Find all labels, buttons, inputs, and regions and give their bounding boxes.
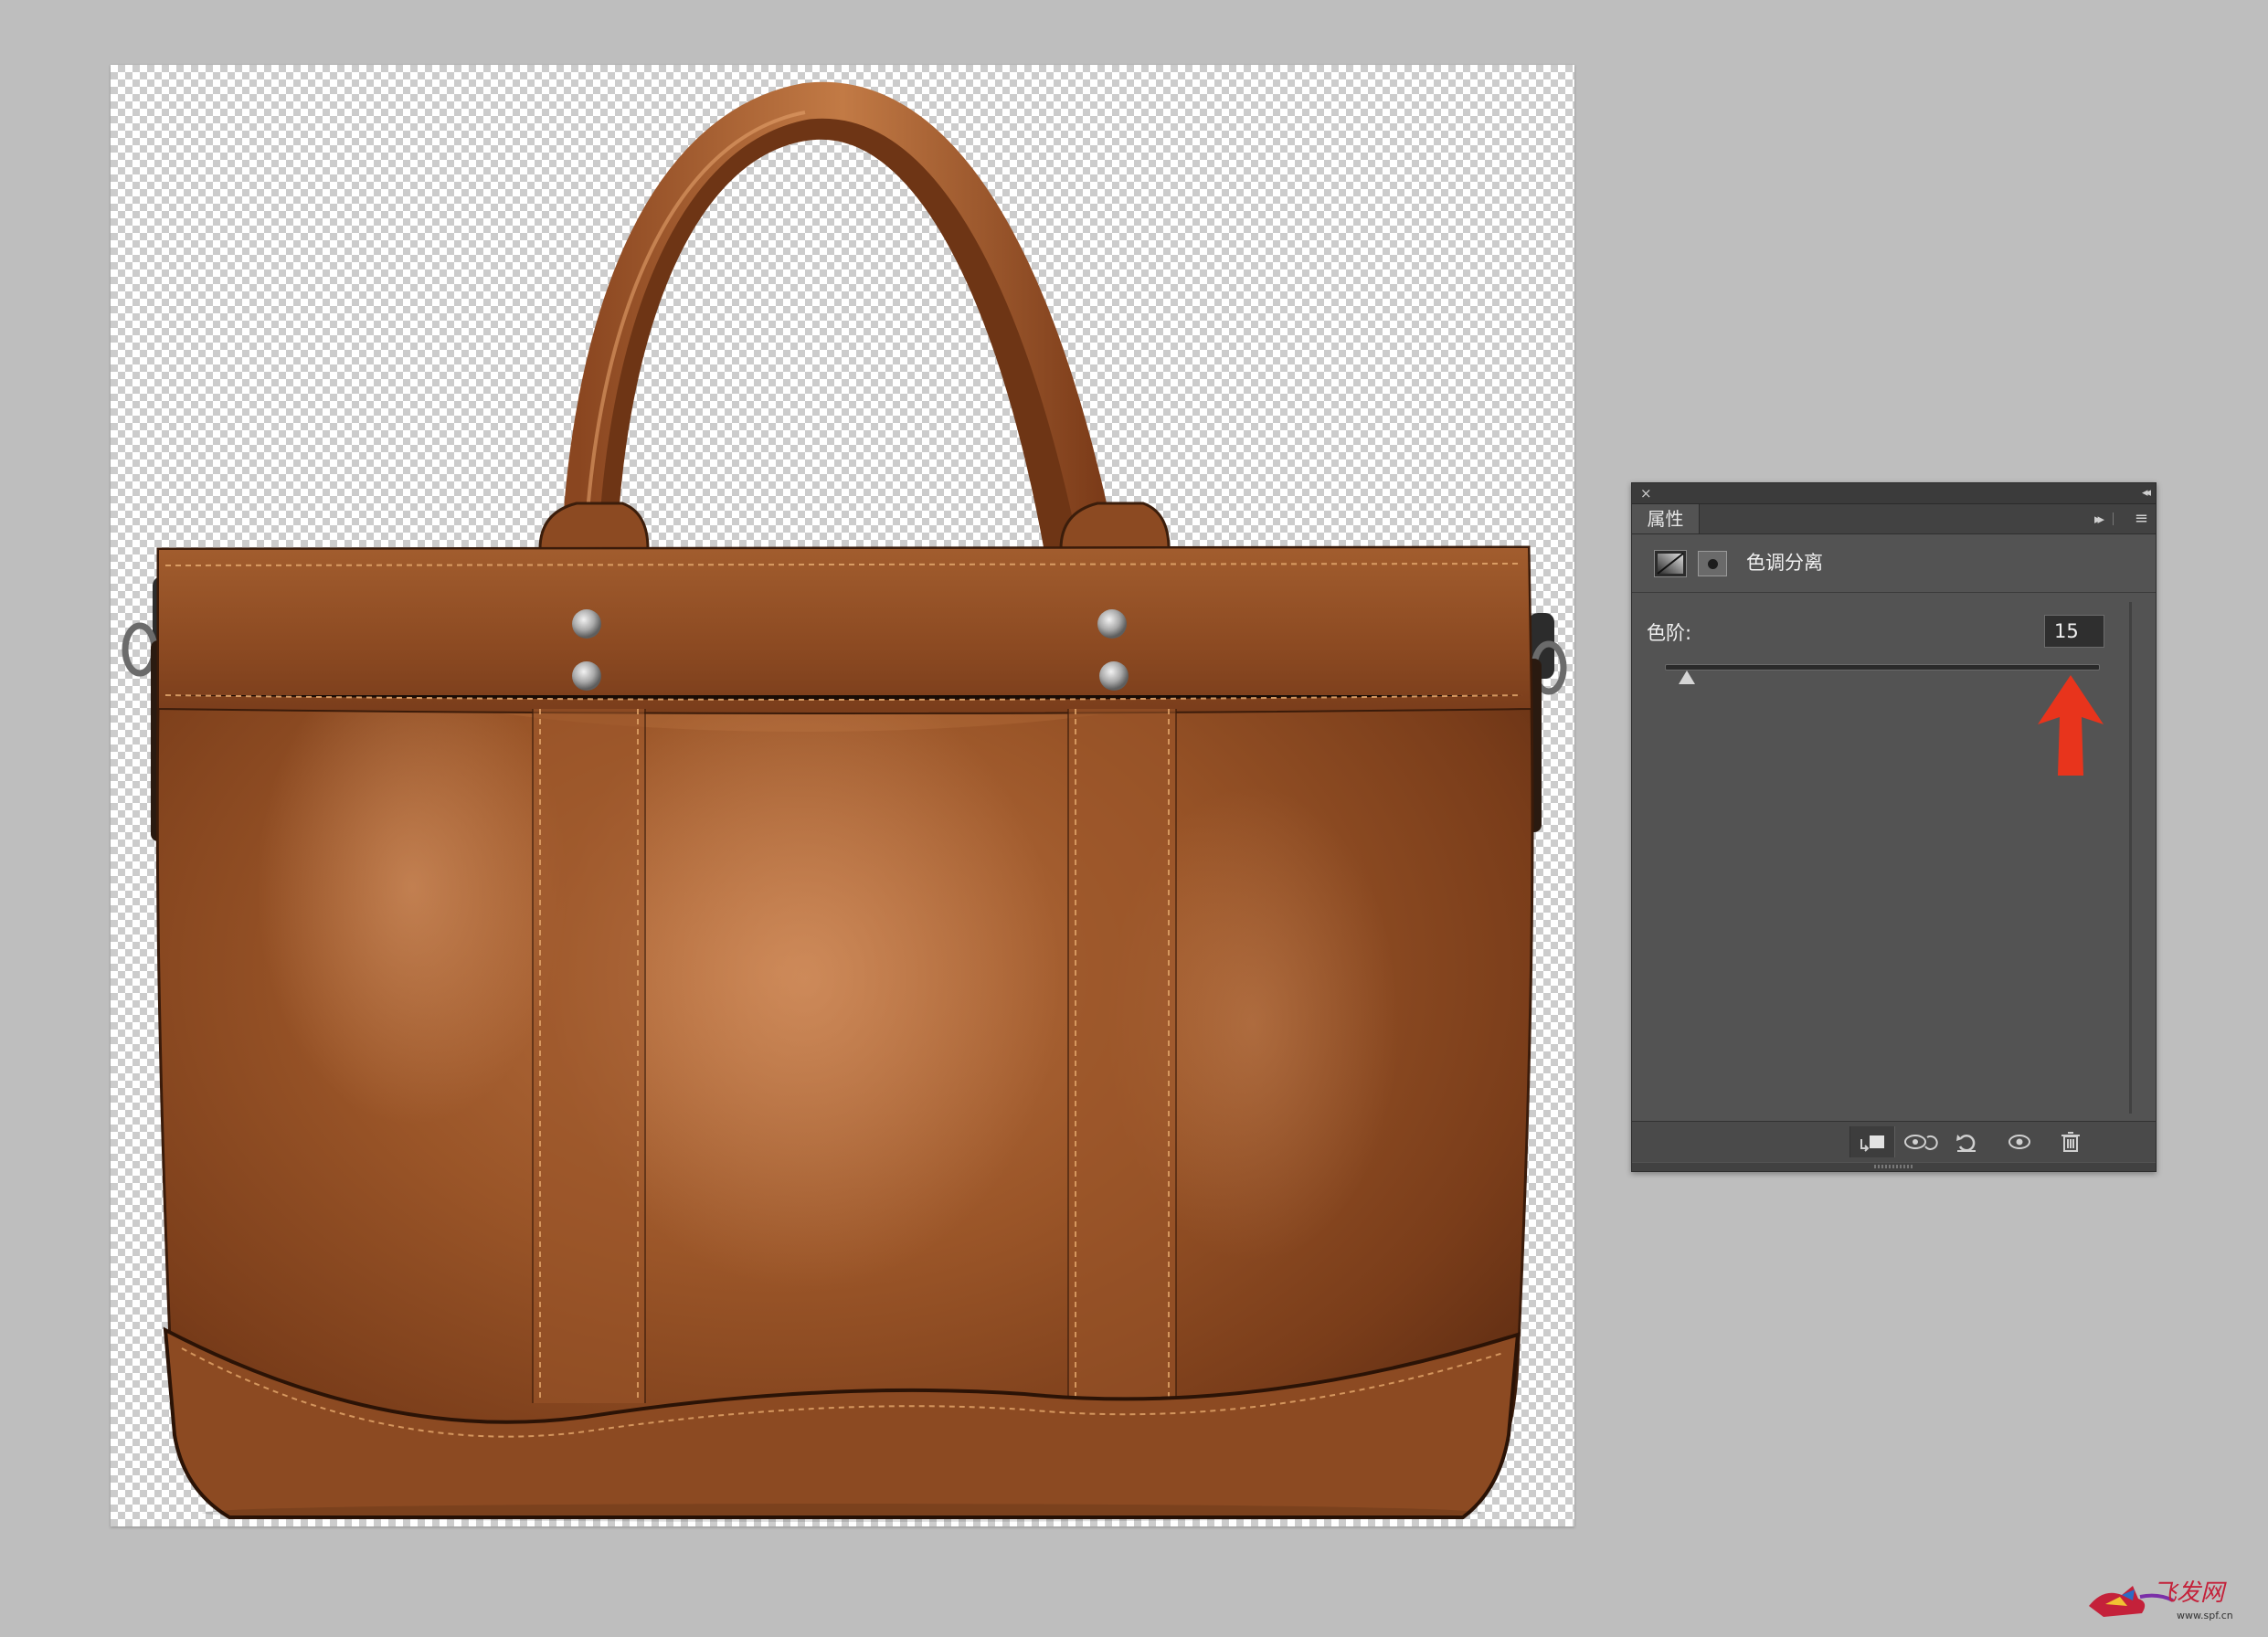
clip-to-layer-icon[interactable]: [1849, 1126, 1895, 1157]
document-canvas[interactable]: [111, 65, 1574, 1526]
levels-slider-thumb[interactable]: [1678, 671, 1695, 684]
leather-handbag-image: [122, 81, 1567, 1522]
svg-text:www.spf.cn: www.spf.cn: [2177, 1610, 2233, 1621]
panel-tab-bar: 属性 ▸▸ ≡: [1632, 504, 2156, 534]
view-previous-state-icon[interactable]: [1897, 1126, 1941, 1157]
panel-menu-icon[interactable]: ≡: [2135, 504, 2148, 533]
properties-panel: × ◂◂ 属性 ▸▸ ≡ 色调分离 色阶: 15: [1631, 482, 2157, 1172]
grip-dots: [1873, 1165, 1914, 1168]
levels-slider[interactable]: [1665, 664, 2100, 671]
tab-divider: [2113, 512, 2114, 525]
adjustment-layer-icon[interactable]: [1654, 550, 1687, 577]
levels-label: 色阶:: [1647, 622, 1692, 644]
visibility-icon[interactable]: [1998, 1126, 2041, 1157]
panel-title-bar[interactable]: × ◂◂: [1632, 483, 2156, 504]
annotation-arrow-icon: [2038, 675, 2104, 776]
watermark-logo: 飞发网 www.spf.cn: [2089, 1579, 2233, 1621]
panel-footer: [1632, 1121, 2156, 1162]
layer-mask-icon[interactable]: [1698, 551, 1727, 576]
panel-resize-grip[interactable]: [1632, 1163, 2156, 1171]
expand-panel-icon[interactable]: ▸▸: [2094, 504, 2104, 533]
adjustment-header: 色调分离: [1632, 534, 2156, 593]
svg-text:飞发网: 飞发网: [2153, 1579, 2227, 1607]
collapse-panel-icon[interactable]: ◂◂: [2142, 485, 2151, 502]
adjustment-title: 色调分离: [1746, 552, 1823, 574]
tab-properties[interactable]: 属性: [1632, 504, 1700, 533]
close-icon[interactable]: ×: [1640, 485, 1652, 502]
reset-icon[interactable]: [1945, 1126, 1988, 1157]
panel-scrollbar[interactable]: [2129, 602, 2132, 1114]
trash-icon[interactable]: [2049, 1126, 2093, 1157]
levels-input[interactable]: 15: [2044, 615, 2104, 648]
